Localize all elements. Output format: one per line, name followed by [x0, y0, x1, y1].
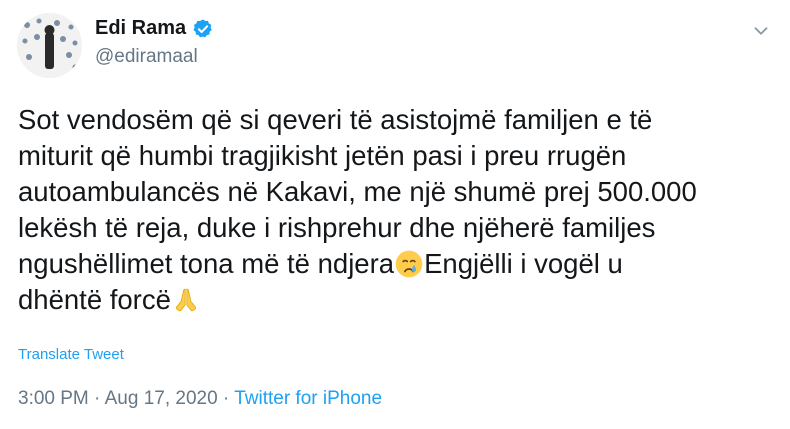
- verified-badge-icon: [193, 18, 212, 37]
- author-name-row[interactable]: Edi Rama: [95, 17, 214, 40]
- chevron-down-icon[interactable]: [750, 20, 772, 42]
- tweet-date[interactable]: Aug 17, 2020: [105, 388, 218, 409]
- tweet-text: Sot vendosëm që si qeveri të asistojmë f…: [18, 102, 778, 318]
- tweet-metadata: 3:00 PM · Aug 17, 2020 · Twitter for iPh…: [18, 388, 382, 410]
- tweet-line: dhëntë forcë: [18, 284, 171, 315]
- tweet-line-continuation: Engjëlli i vogël u: [424, 248, 623, 279]
- tweet-line: miturit që humbi tragjikisht jetën pasi …: [18, 140, 627, 171]
- author-display-name[interactable]: Edi Rama: [95, 17, 186, 40]
- tweet-time[interactable]: 3:00 PM: [18, 388, 89, 409]
- tweet-source-link[interactable]: Twitter for iPhone: [234, 388, 382, 409]
- author-handle[interactable]: @ediramaal: [95, 46, 198, 68]
- folded-hands-icon: [175, 288, 196, 312]
- avatar[interactable]: [17, 13, 82, 78]
- tweet-line: lekësh të reja, duke i rishprehur dhe nj…: [18, 212, 656, 243]
- translate-tweet-link[interactable]: Translate Tweet: [18, 346, 124, 363]
- tweet-card: Edi Rama @ediramaal Sot vendosëm që si q…: [0, 0, 790, 429]
- tweet-line: ngushëllimet tona më të ndjera: [18, 248, 395, 279]
- meta-separator: ·: [88, 388, 105, 409]
- tweet-line-with-emoji: dhëntë forcë: [18, 282, 778, 318]
- tweet-line-with-emoji: ngushëllimet tona më të ndjera Engjëlli …: [18, 246, 778, 282]
- meta-separator: ·: [217, 388, 235, 409]
- tweet-line: Sot vendosëm që si qeveri të asistojmë f…: [18, 104, 653, 135]
- tweet-line: autoambulancës në Kakavi, me një shumë p…: [18, 176, 697, 207]
- crying-face-icon: [395, 250, 423, 278]
